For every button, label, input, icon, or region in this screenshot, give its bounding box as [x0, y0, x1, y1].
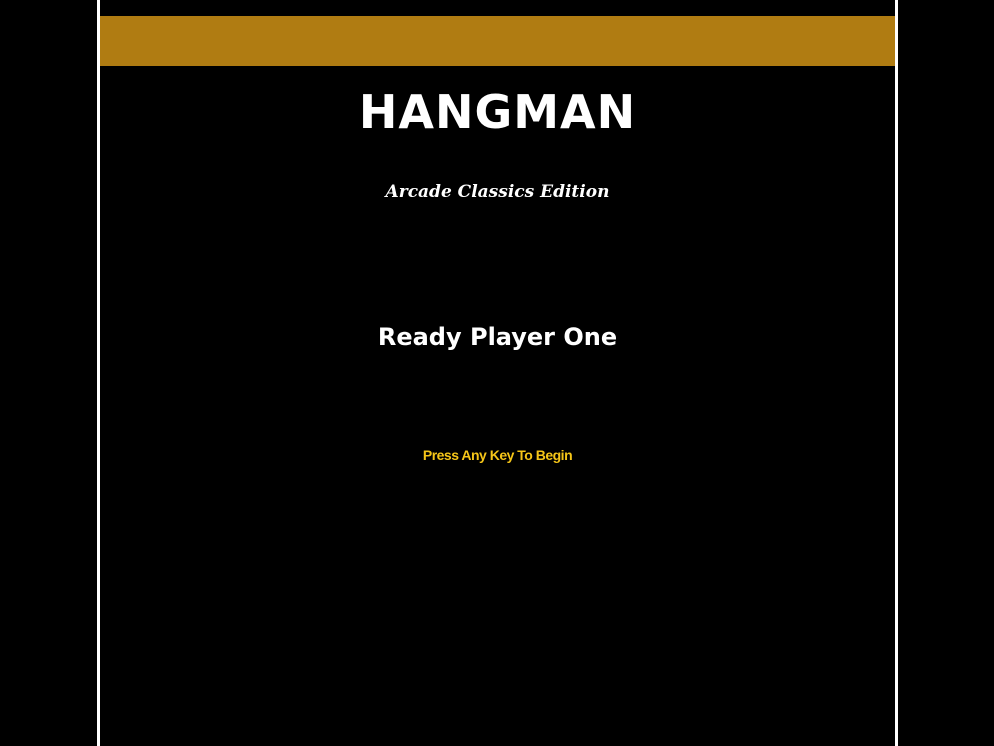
game-title: HANGMAN	[358, 85, 637, 139]
game-frame: HANGMAN Arcade Classics Edition Ready Pl…	[97, 0, 898, 746]
game-subtitle: Arcade Classics Edition	[385, 182, 610, 202]
top-banner	[100, 16, 895, 66]
status-message: Ready Player One	[377, 323, 618, 351]
start-prompt[interactable]: Press Any Key To Begin	[100, 444, 895, 466]
